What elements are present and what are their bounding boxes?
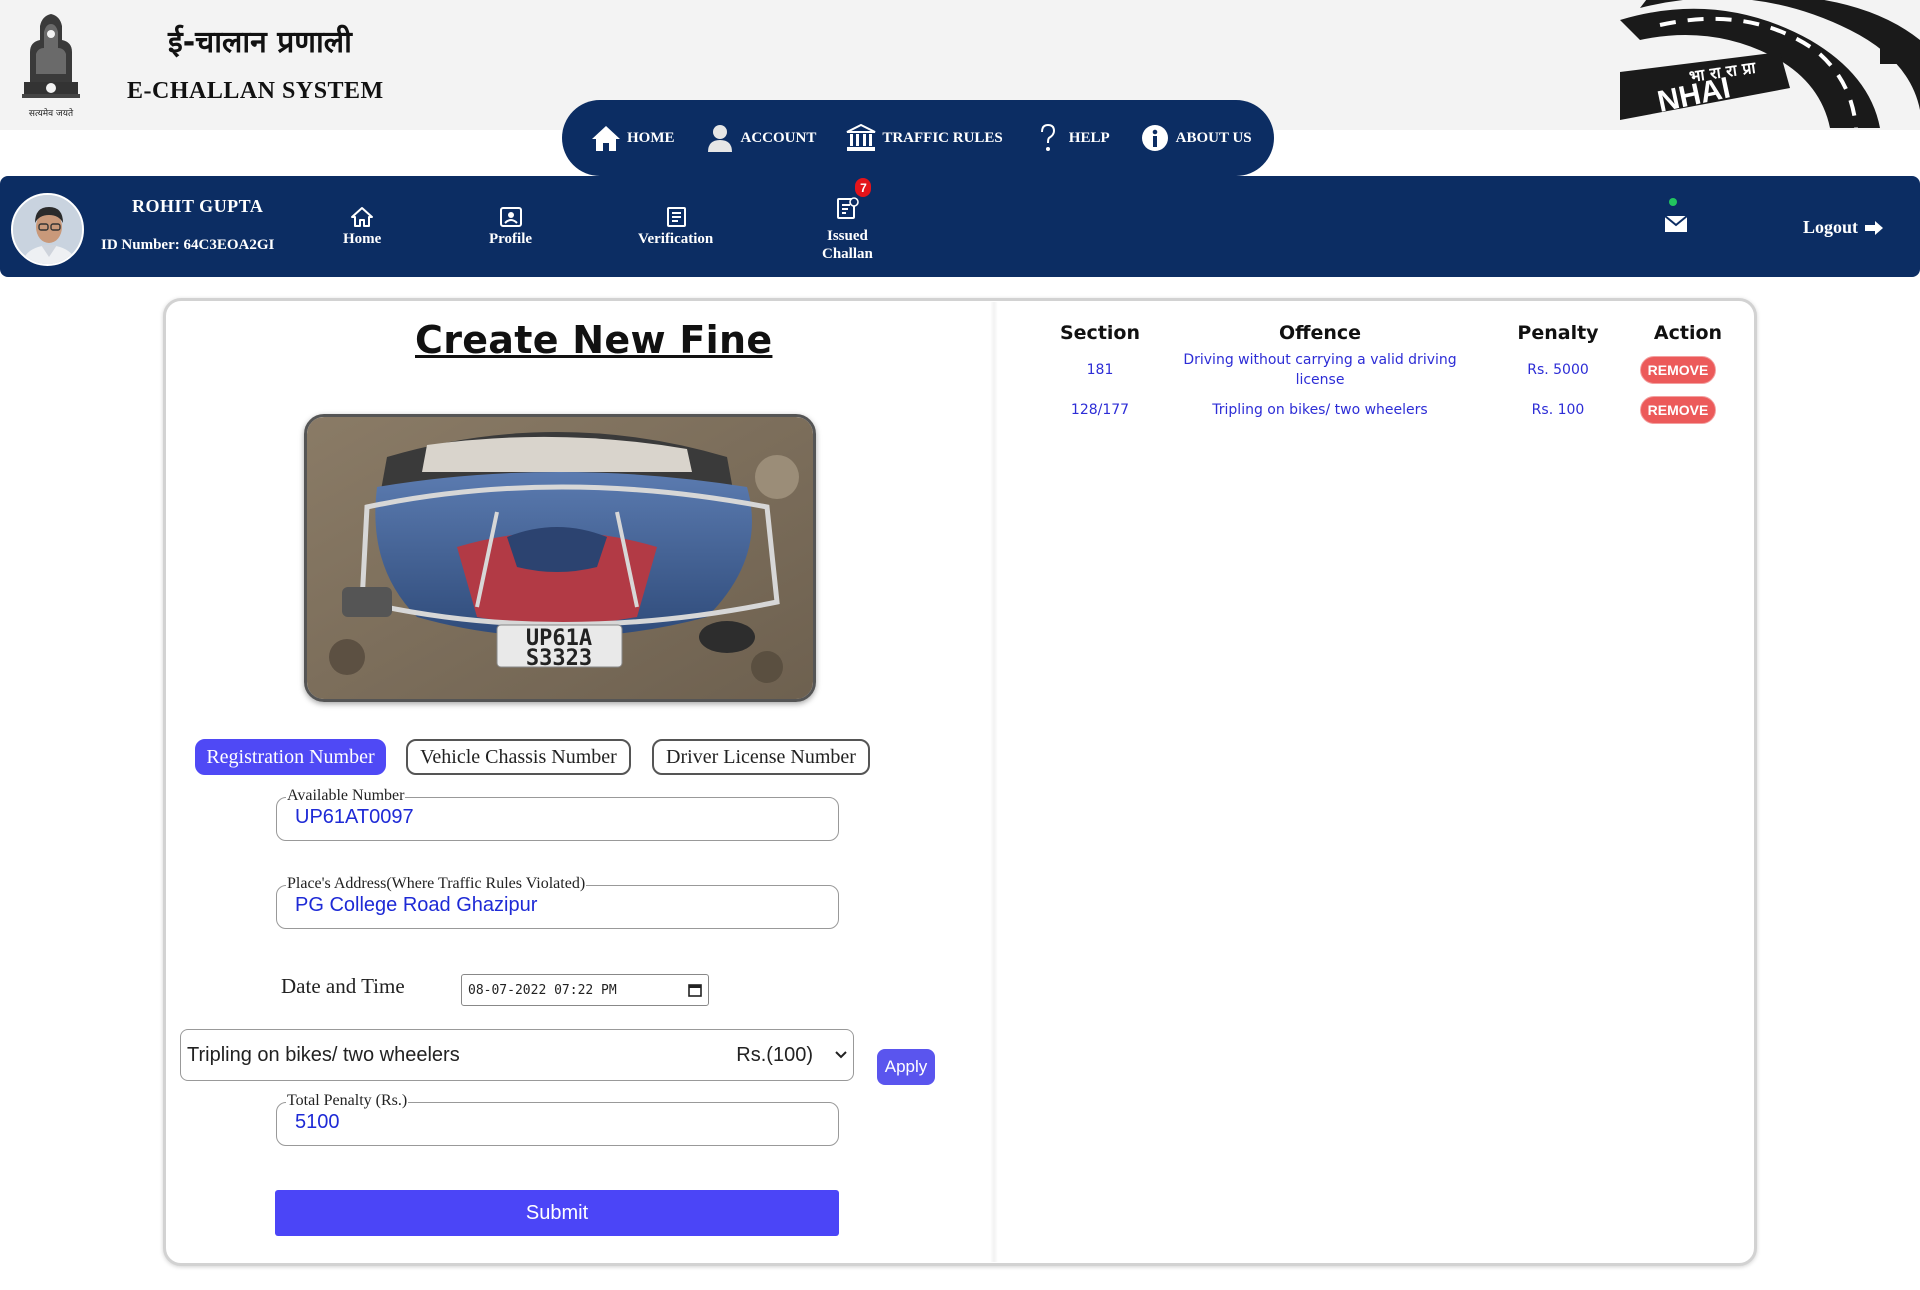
nav-account[interactable]: ACCOUNT xyxy=(690,100,832,176)
userbar-profile-label: Profile xyxy=(489,231,533,247)
row-1-offence-line-2: license xyxy=(1295,372,1345,388)
nav-account-label: ACCOUNT xyxy=(740,129,817,146)
userbar-home-label: Home xyxy=(343,231,382,247)
nhai-logo: भा रा रा प्रा NHAI xyxy=(1620,0,1920,128)
logout-label: Logout xyxy=(1803,217,1859,237)
header-offence: Offence xyxy=(1278,322,1362,344)
offence-select[interactable]: Tripling on bikes/ two wheelers Rs.(100) xyxy=(180,1029,854,1081)
total-penalty-field[interactable]: Total Penalty (Rs.) 5100 xyxy=(276,1092,839,1146)
userbar-profile[interactable]: Profile xyxy=(489,206,532,248)
avatar xyxy=(11,193,84,266)
userbar-issued-label-2: Challan xyxy=(822,246,873,262)
notification-badge: 7 xyxy=(855,178,872,197)
main-nav: HOME ACCOUNT TRAFFIC RULES HELP ABOUT US xyxy=(562,100,1274,176)
nav-traffic-rules[interactable]: TRAFFIC RULES xyxy=(831,100,1017,176)
nav-traffic-rules-label: TRAFFIC RULES xyxy=(882,129,1003,146)
user-icon xyxy=(705,123,735,153)
issued-challan-icon xyxy=(837,197,860,219)
offence-select-text: Tripling on bikes/ two wheelers xyxy=(187,1043,460,1066)
mail-button[interactable] xyxy=(1664,198,1688,241)
emblem-motto: सत्यमेव जयते xyxy=(29,107,74,119)
tab-driver-license-number[interactable]: Driver License Number xyxy=(652,739,870,775)
chevron-down-icon xyxy=(835,1051,847,1059)
tab-registration-number[interactable]: Registration Number xyxy=(195,739,386,775)
nav-help[interactable]: HELP xyxy=(1018,100,1125,176)
row-1-remove-button[interactable]: REMOVE xyxy=(1640,356,1716,384)
row-1-offence: Driving without carrying a valid driving… xyxy=(1170,350,1470,390)
header-penalty: Penalty xyxy=(1517,322,1599,344)
available-number-value: UP61AT0097 xyxy=(295,806,414,828)
bank-icon xyxy=(846,123,876,153)
apply-button[interactable]: Apply xyxy=(877,1049,935,1085)
available-number-field[interactable]: Available Number UP61AT0097 xyxy=(276,787,839,841)
arrow-right-icon xyxy=(1865,220,1884,235)
submit-button[interactable]: Submit xyxy=(275,1190,839,1236)
logout-button[interactable]: Logout xyxy=(1803,217,1884,238)
row-1-offence-line-1: Driving without carrying a valid driving xyxy=(1183,352,1457,368)
place-address-value: PG College Road Ghazipur xyxy=(295,894,538,916)
user-id-number: ID Number: 64C3EOA2GI xyxy=(101,237,275,253)
card-divider xyxy=(990,302,998,1262)
info-icon xyxy=(1140,123,1170,153)
userbar-verification[interactable]: Verification xyxy=(638,206,713,248)
row-1-section: 181 xyxy=(1086,362,1114,378)
title-english: E-CHALLAN SYSTEM xyxy=(127,78,384,104)
nav-help-label: HELP xyxy=(1068,129,1110,146)
nav-home-label: HOME xyxy=(627,129,675,146)
question-icon xyxy=(1033,123,1063,153)
title-hindi: ई-चालान प्रणाली xyxy=(168,25,352,60)
total-penalty-value: 5100 xyxy=(295,1111,340,1133)
row-1-penalty: Rs. 5000 xyxy=(1527,362,1589,378)
date-time-input[interactable]: 08-07-2022 07:22 PM xyxy=(461,974,709,1006)
home-icon xyxy=(591,123,621,153)
nav-about-us-label: ABOUT US xyxy=(1175,129,1252,146)
offence-select-price: Rs.(100) xyxy=(736,1043,813,1066)
userbar-issued-label-1: Issued xyxy=(827,228,868,244)
calendar-icon[interactable] xyxy=(688,983,702,997)
nav-home[interactable]: HOME xyxy=(576,100,690,176)
header-section: Section xyxy=(1059,322,1140,344)
userbar-verification-label: Verification xyxy=(638,231,714,247)
total-penalty-legend: Total Penalty (Rs.) xyxy=(286,1092,409,1110)
available-number-legend: Available Number xyxy=(286,787,406,805)
user-bar: ROHIT GUPTA ID Number: 64C3EOA2GI Home P… xyxy=(0,176,1920,277)
mail-icon xyxy=(1664,215,1688,232)
userbar-issued-challan[interactable]: 7 Issued Challan xyxy=(822,178,873,263)
national-emblem-icon: सत्यमेव जयते xyxy=(22,14,80,119)
plate-line-2: S3323 xyxy=(526,646,592,671)
document-icon xyxy=(666,207,686,227)
userbar-home[interactable]: Home xyxy=(343,206,381,248)
row-2-section: 128/177 xyxy=(1070,402,1130,418)
date-time-value: 08-07-2022 07:22 PM xyxy=(468,982,617,998)
user-name: ROHIT GUPTA xyxy=(132,196,264,216)
page-title: Create New Fine xyxy=(415,318,773,362)
profile-card-icon xyxy=(499,207,522,227)
date-time-label: Date and Time xyxy=(281,974,405,998)
nav-about-us[interactable]: ABOUT US xyxy=(1125,100,1267,176)
tab-vehicle-chassis-number[interactable]: Vehicle Chassis Number xyxy=(406,739,631,775)
online-status-dot xyxy=(1669,198,1677,206)
header-action: Action xyxy=(1653,322,1723,344)
row-2-offence: Tripling on bikes/ two wheelers xyxy=(1212,402,1428,418)
home-outline-icon xyxy=(351,207,374,227)
place-address-legend: Place's Address(Where Traffic Rules Viol… xyxy=(286,875,587,893)
vehicle-photo: UP61A S3323 xyxy=(304,414,816,702)
place-address-field[interactable]: Place's Address(Where Traffic Rules Viol… xyxy=(276,875,839,929)
row-2-remove-button[interactable]: REMOVE xyxy=(1640,396,1716,424)
row-2-penalty: Rs. 100 xyxy=(1531,402,1585,418)
